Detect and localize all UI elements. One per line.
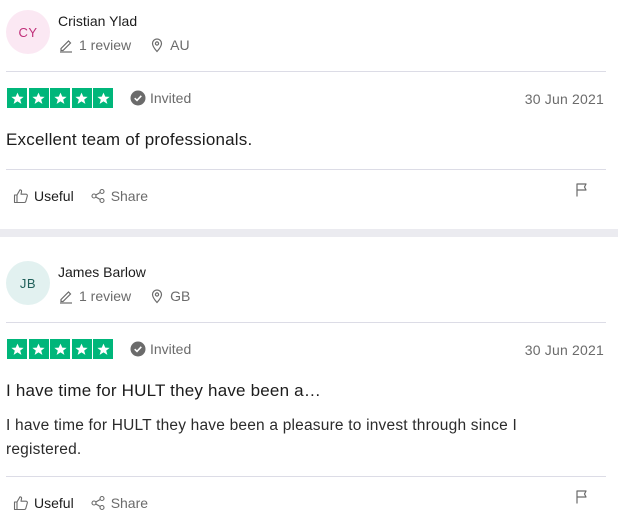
reviewer-meta: 1 review GB [58,288,190,304]
review-count: 1 review [79,288,132,304]
divider [6,169,606,170]
invited-label: Invited [150,90,192,106]
divider [6,322,606,323]
star-icon [50,339,70,359]
invited-badge[interactable]: Invited [130,341,191,357]
star-icon [28,88,49,108]
country-code: AU [170,37,190,53]
pencil-icon [58,37,74,53]
review-date: 30 Jun 2021 [524,91,604,107]
pencil-icon [58,288,74,304]
star-rating [7,88,115,108]
share-label: Share [110,495,149,511]
thumbs-up-icon [13,188,29,204]
star-icon [50,88,70,108]
review-actions: Useful Share [13,495,164,511]
star-icon [93,339,113,359]
avatar-initials: CY [18,24,38,40]
share-label: Share [110,188,149,204]
location-pin-icon [149,37,165,53]
share-icon [90,495,106,511]
star-icon [7,339,27,359]
review-title[interactable]: I have time for HULT they have been a… [6,381,321,401]
check-circle-icon [130,341,146,357]
star-icon [28,339,49,359]
useful-button[interactable]: Useful [13,188,74,204]
share-icon [90,188,106,204]
reviewer-name[interactable]: James Barlow [58,264,146,280]
star-icon [71,339,92,359]
reviewer-meta: 1 review AU [58,37,190,53]
flag-icon[interactable] [575,183,589,197]
invited-badge[interactable]: Invited [130,90,191,106]
share-button[interactable]: Share [90,495,148,511]
invited-label: Invited [150,341,192,357]
share-button[interactable]: Share [90,188,148,204]
avatar-initials: JB [19,275,37,291]
review-count: 1 review [79,37,132,53]
location-pin-icon [149,288,165,304]
section-separator [0,229,618,237]
divider [6,476,606,477]
review-date: 30 Jun 2021 [524,342,604,358]
reviewer-name[interactable]: Cristian Ylad [58,13,137,29]
review-title[interactable]: Excellent team of professionals. [6,130,252,150]
flag-icon[interactable] [575,490,589,504]
review-body: I have time for HULT they have been a pl… [6,417,517,458]
useful-label: Useful [34,495,74,511]
star-icon [71,88,92,108]
star-icon [93,88,113,108]
avatar[interactable]: JB [6,261,50,305]
avatar[interactable]: CY [6,10,50,54]
divider [6,71,606,72]
thumbs-up-icon [13,495,29,511]
check-circle-icon [130,90,146,106]
useful-button[interactable]: Useful [13,495,74,511]
useful-label: Useful [34,188,74,204]
country-code: GB [170,288,191,304]
star-icon [7,88,27,108]
review-actions: Useful Share [13,188,164,204]
star-rating [7,339,115,359]
